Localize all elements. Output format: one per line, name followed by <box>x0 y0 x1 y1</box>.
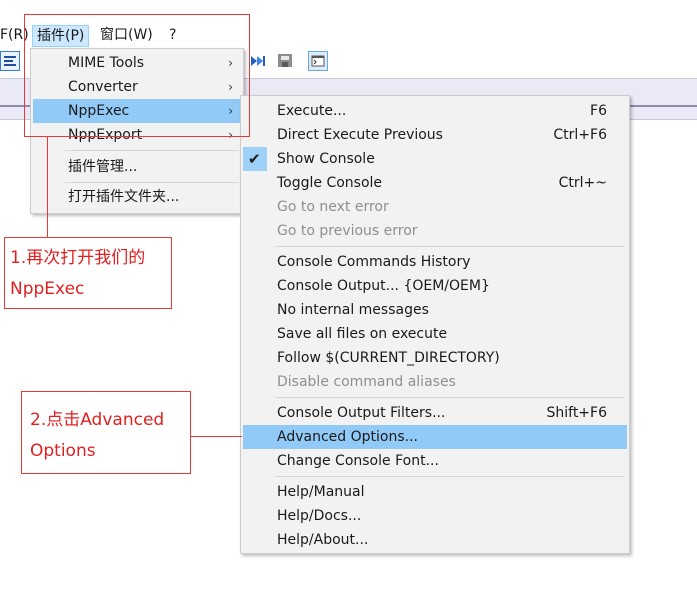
run-macro-icon[interactable] <box>248 51 268 71</box>
menu-separator <box>275 246 625 247</box>
menu-item-toggle-console[interactable]: Toggle Console Ctrl+~ <box>243 171 627 195</box>
menu-item-console-commands-history[interactable]: Console Commands History <box>243 250 627 274</box>
menu-item-disable-command-aliases: Disable command aliases <box>277 374 456 390</box>
save-macro-icon[interactable] <box>276 51 296 71</box>
menu-item-plugin-manager[interactable]: 插件管理... <box>33 155 241 179</box>
menu-separator <box>65 150 239 151</box>
align-icon[interactable] <box>0 51 20 71</box>
menu-item-execute[interactable]: Execute... F6 <box>243 99 627 123</box>
annotation-highlight-box <box>24 14 250 137</box>
menu-item-no-internal-messages[interactable]: No internal messages <box>243 298 627 322</box>
annotation-connector <box>47 137 48 237</box>
console-icon[interactable] <box>308 51 328 71</box>
menu-item-help-docs[interactable]: Help/Docs... <box>243 504 627 528</box>
annotation-step-2-line-2: Options <box>30 441 96 461</box>
menu-separator <box>65 182 239 183</box>
menu-separator <box>275 397 625 398</box>
menu-item-console-output[interactable]: Console Output... {OEM/OEM} <box>243 274 627 298</box>
menu-item-go-to-previous-error: Go to previous error <box>277 223 418 239</box>
annotation-step-2-line-1: 2.点击Advanced <box>30 410 165 430</box>
checkmark-icon: ✔ <box>243 147 267 171</box>
menu-item-help-manual[interactable]: Help/Manual <box>243 480 627 504</box>
menu-item-go-to-next-error: Go to next error <box>277 199 389 215</box>
menu-item-advanced-options[interactable]: Advanced Options... <box>243 425 627 449</box>
annotation-step-1: 1.再次打开我们的 NppExec <box>4 237 172 309</box>
menu-item-show-console[interactable]: ✔ Show Console <box>243 147 627 171</box>
annotation-step-1-line-2: NppExec <box>10 279 85 299</box>
menu-separator <box>275 476 625 477</box>
menu-item-direct-execute-previous[interactable]: Direct Execute Previous Ctrl+F6 <box>243 123 627 147</box>
menu-item-console-output-filters[interactable]: Console Output Filters... Shift+F6 <box>243 401 627 425</box>
annotation-step-1-line-1: 1.再次打开我们的 <box>10 248 146 268</box>
menu-item-open-plugin-folder[interactable]: 打开插件文件夹... <box>33 185 241 209</box>
menu-item-save-all-on-execute[interactable]: Save all files on execute <box>243 322 627 346</box>
menu-item-change-console-font[interactable]: Change Console Font... <box>243 449 627 473</box>
annotation-step-2: 2.点击Advanced Options <box>21 391 191 474</box>
annotation-connector <box>191 436 242 437</box>
nppexec-submenu: Execute... F6 Direct Execute Previous Ct… <box>240 95 630 554</box>
menu-item-help-about[interactable]: Help/About... <box>243 528 627 552</box>
menu-item-follow-current-directory[interactable]: Follow $(CURRENT_DIRECTORY) <box>243 346 627 370</box>
